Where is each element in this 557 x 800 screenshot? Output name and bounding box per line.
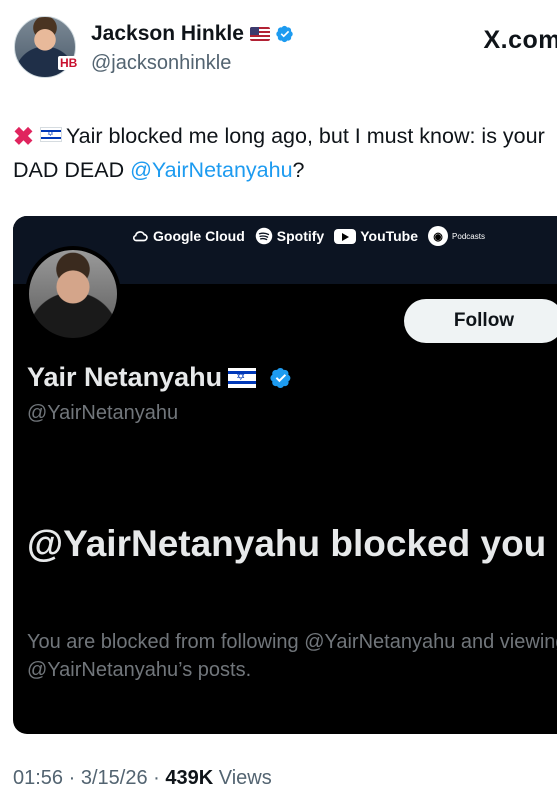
podcasts-label: Podcasts xyxy=(452,231,485,241)
tweet-meta: 01:56 · 3/15/26 · 439K Views xyxy=(13,767,272,790)
spotify-label: Spotify xyxy=(276,228,325,244)
tweet-mention-link[interactable]: @YairNetanyahu xyxy=(130,158,292,182)
verified-badge-icon xyxy=(270,367,291,388)
avatar-badge: HB xyxy=(58,56,80,70)
spotify-brand: Spotify xyxy=(255,227,324,245)
author-name-row: Jackson Hinkle xyxy=(91,22,294,46)
profile-handle: @YairNetanyahu xyxy=(27,402,179,424)
israel-flag-icon xyxy=(39,127,62,142)
verified-badge-icon xyxy=(276,25,293,43)
separator: · xyxy=(68,767,81,789)
google-cloud-label: Google Cloud xyxy=(153,228,245,244)
banner-brands: Google Cloud Spotify YouTube ◉ Podcasts xyxy=(131,226,485,246)
separator: · xyxy=(153,767,166,789)
tweet-time[interactable]: 01:56 xyxy=(13,767,63,789)
podcasts-icon: ◉ xyxy=(428,226,449,246)
follow-button[interactable]: Follow xyxy=(404,299,557,343)
tweet-header: HB Jackson Hinkle @jacksonhinkle X.com xyxy=(14,16,557,84)
author-display-name[interactable]: Jackson Hinkle xyxy=(91,22,244,46)
spotify-icon xyxy=(255,227,273,245)
tweet-text: ✖ Yair blocked me long ago, but I must k… xyxy=(13,120,557,187)
youtube-icon xyxy=(334,228,357,244)
profile-avatar[interactable] xyxy=(25,246,121,342)
tweet-text-part2: ? xyxy=(292,158,305,182)
blocked-description: You are blocked from following @YairNeta… xyxy=(27,631,557,681)
red-x-icon: ✖ xyxy=(13,123,34,151)
tweet-date[interactable]: 3/15/26 xyxy=(81,767,148,789)
podcasts-brand: ◉ Podcasts xyxy=(428,226,485,246)
profile-name-row: Yair Netanyahu xyxy=(27,362,292,393)
author-handle[interactable]: @jacksonhinkle xyxy=(91,52,231,75)
youtube-label: YouTube xyxy=(360,228,419,244)
views-label: Views xyxy=(218,767,272,789)
profile-display-name: Yair Netanyahu xyxy=(27,362,223,392)
google-cloud-brand: Google Cloud xyxy=(131,227,245,245)
youtube-brand: YouTube xyxy=(334,228,418,244)
cloud-icon xyxy=(132,231,148,242)
views-count: 439K xyxy=(165,767,214,789)
blocked-title: @YairNetanyahu blocked you xyxy=(27,523,547,564)
us-flag-icon xyxy=(249,27,270,41)
embedded-screenshot[interactable]: Google Cloud Spotify YouTube ◉ Podcasts … xyxy=(13,216,557,734)
x-logo: X.com xyxy=(483,26,557,54)
israel-flag-icon xyxy=(228,367,257,388)
